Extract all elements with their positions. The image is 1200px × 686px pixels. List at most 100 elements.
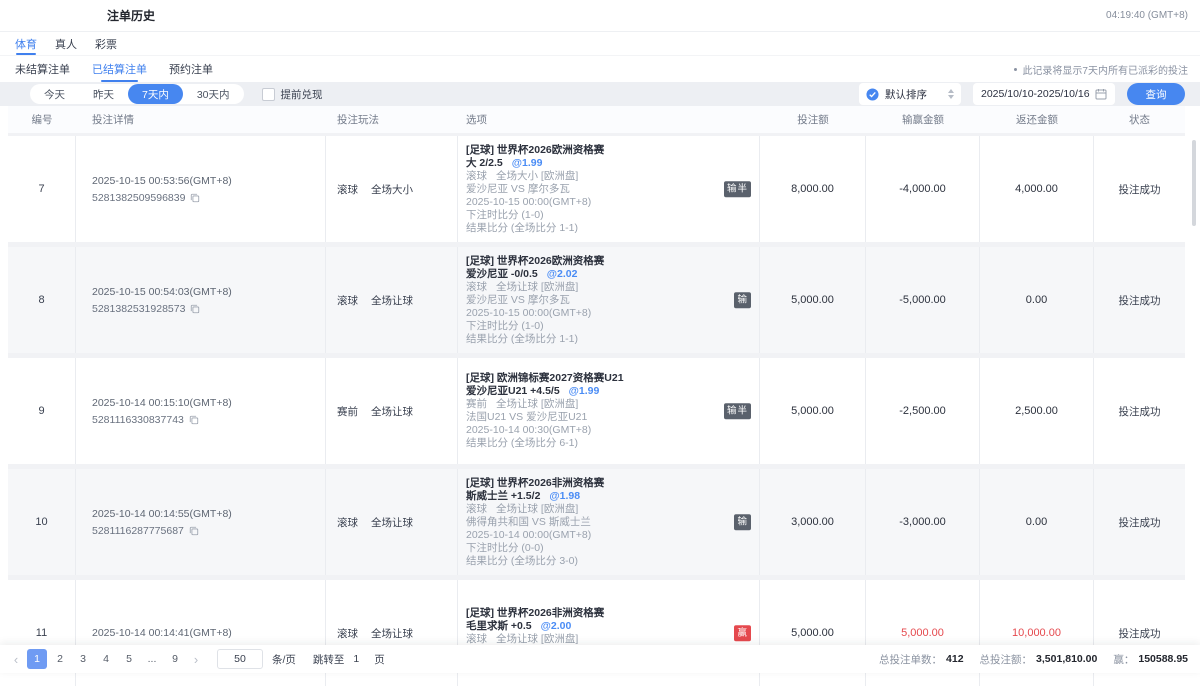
play-name: 全场大小 (371, 182, 413, 197)
option-cell: [足球] 世界杯2026欧洲资格赛 爱沙尼亚 -0/0.5 @2.02 滚球 全… (458, 247, 760, 353)
stake-amount: 8,000.00 (760, 136, 866, 242)
bet-table: 编号 投注详情 投注玩法 选项 投注额 输赢金额 返还金额 状态 7 2025-… (8, 106, 1185, 686)
col-detail: 投注详情 (76, 112, 326, 127)
pick: 爱沙尼亚U21 +4.5/5 (466, 385, 560, 398)
date-range-value: 2025/10/10-2025/10/16 (981, 88, 1090, 100)
chevron-right-icon[interactable]: › (188, 649, 204, 669)
bet-time: 2025-10-14 00:15:10(GMT+8) (92, 397, 325, 409)
league-name: [足球] 世界杯2026欧洲资格赛 (466, 255, 729, 268)
bet-id: 5281382531928573 (92, 303, 185, 315)
copy-icon[interactable] (190, 304, 200, 314)
play-cell: 滚球 全场让球 (326, 247, 458, 353)
page-size-input[interactable] (217, 649, 263, 669)
server-time: 04:19:40 (GMT+8) (1106, 10, 1188, 21)
match-time: 2025-10-15 00:00(GMT+8) (466, 307, 729, 320)
score-at-bet: 下注时比分 (1-0) (466, 320, 729, 333)
odds: @1.99 (569, 385, 600, 398)
tab-live[interactable]: 真人 (55, 32, 77, 55)
totals-summary: 总投注单数： 412 总投注额： 3,501,810.00 赢： 150588.… (879, 652, 1188, 667)
filter-today[interactable]: 今天 (30, 84, 79, 104)
top-bar: 注单历史 04:19:40 (GMT+8) (0, 0, 1200, 32)
bet-id: 5281116330837743 (92, 414, 184, 426)
sort-select[interactable]: 默认排序 (859, 83, 961, 105)
tab-settled[interactable]: 已结算注单 (92, 56, 147, 82)
status-text: 投注成功 (1094, 136, 1185, 242)
jump-page-value[interactable]: 1 (353, 653, 359, 665)
league-name: [足球] 世界杯2026欧洲资格赛 (466, 144, 729, 157)
filter-30days[interactable]: 30天内 (183, 84, 244, 104)
result-badge: 赢 (734, 625, 751, 641)
cashout-filter: 提前兑现 (262, 87, 323, 102)
cashout-checkbox[interactable] (262, 88, 275, 101)
page-button[interactable]: 5 (119, 649, 139, 669)
odds: @1.98 (549, 490, 580, 503)
tab-sports[interactable]: 体育 (15, 32, 37, 55)
page-button[interactable]: 9 (165, 649, 185, 669)
returned-amount: 4,000.00 (980, 136, 1094, 242)
result-score: 结果比分 (全场比分 3-0) (466, 555, 729, 568)
page-title: 注单历史 (107, 7, 155, 24)
filter-yesterday[interactable]: 昨天 (79, 84, 128, 104)
col-returned: 返还金额 (980, 112, 1094, 127)
market-line: 滚球 全场让球 [欧洲盘] (466, 281, 729, 294)
date-range-picker[interactable]: 2025/10/10-2025/10/16 (973, 83, 1115, 105)
pick-line: 大 2/2.5 @1.99 (466, 157, 729, 170)
score-at-bet: 下注时比分 (0-0) (466, 542, 729, 555)
total-stake-value: 3,501,810.00 (1036, 653, 1097, 665)
play-type: 滚球 (337, 182, 358, 197)
copy-icon[interactable] (189, 526, 199, 536)
jump-to-label: 跳转至 (313, 652, 345, 667)
bet-detail-cell: 2025-10-15 00:54:03(GMT+8) 5281382531928… (76, 247, 326, 353)
page-button[interactable]: 2 (50, 649, 70, 669)
stake-amount: 5,000.00 (760, 358, 866, 464)
table-row: 10 2025-10-14 00:14:55(GMT+8) 5281116287… (8, 469, 1185, 575)
filter-right-controls: 默认排序 2025/10/10-2025/10/16 查询 (859, 83, 1185, 105)
col-option: 选项 (458, 112, 760, 127)
returned-amount: 0.00 (980, 247, 1094, 353)
total-stake-label: 总投注额： (980, 652, 1033, 667)
col-stake: 投注额 (760, 112, 866, 127)
page-button[interactable]: 4 (96, 649, 116, 669)
total-count-value: 412 (946, 653, 964, 665)
filter-7days[interactable]: 7天内 (128, 84, 183, 104)
market-phase: 滚球 (466, 503, 487, 516)
copy-icon[interactable] (190, 193, 200, 203)
play-type: 滚球 (337, 626, 358, 641)
result-score: 结果比分 (全场比分 1-1) (466, 333, 729, 346)
total-win-value: 150588.95 (1138, 653, 1188, 665)
option-cell: [足球] 世界杯2026非洲资格赛 斯威士兰 +1.5/2 @1.98 滚球 全… (458, 469, 760, 575)
match-teams: 法国U21 VS 爱沙尼亚U21 (466, 411, 729, 424)
result-badge: 输半 (724, 403, 751, 419)
page-button[interactable]: 3 (73, 649, 93, 669)
play-cell: 滚球 全场大小 (326, 136, 458, 242)
sub-tabs: 未结算注单 已结算注单 预约注单 此记录将显示7天内所有已派彩的投注 (0, 56, 1200, 82)
check-circle-icon (866, 88, 879, 101)
pick-line: 爱沙尼亚U21 +4.5/5 @1.99 (466, 385, 729, 398)
play-cell: 滚球 全场让球 (326, 469, 458, 575)
winloss-amount: -4,000.00 (866, 136, 980, 242)
tab-lottery[interactable]: 彩票 (95, 32, 117, 55)
option-cell: [足球] 世界杯2026欧洲资格赛 大 2/2.5 @1.99 滚球 全场大小 … (458, 136, 760, 242)
page-ellipsis[interactable]: ... (142, 649, 162, 669)
sort-arrows-icon (948, 89, 954, 99)
query-button[interactable]: 查询 (1127, 83, 1185, 105)
page-button[interactable]: 1 (27, 649, 47, 669)
odds: @1.99 (512, 157, 543, 170)
row-number: 10 (8, 469, 76, 575)
pick-line: 毛里求斯 +0.5 @2.00 (466, 620, 729, 633)
bet-id-line: 5281382509596839 (92, 192, 325, 204)
bet-id-line: 5281116287775687 (92, 525, 325, 537)
match-teams: 爱沙尼亚 VS 摩尔多瓦 (466, 294, 729, 307)
table-scrollbar[interactable] (1192, 140, 1196, 226)
result-badge: 输 (734, 292, 751, 308)
chevron-left-icon[interactable]: ‹ (8, 649, 24, 669)
tab-reserved[interactable]: 预约注单 (169, 56, 213, 82)
col-winloss: 输赢金额 (866, 112, 980, 127)
table-row: 8 2025-10-15 00:54:03(GMT+8) 52813825319… (8, 247, 1185, 353)
pick: 大 2/2.5 (466, 157, 503, 170)
copy-icon[interactable] (189, 415, 199, 425)
market-type: 全场大小 [欧洲盘] (496, 170, 578, 183)
market-line: 滚球 全场大小 [欧洲盘] (466, 170, 729, 183)
tab-unsettled[interactable]: 未结算注单 (15, 56, 70, 82)
play-name: 全场让球 (371, 515, 413, 530)
